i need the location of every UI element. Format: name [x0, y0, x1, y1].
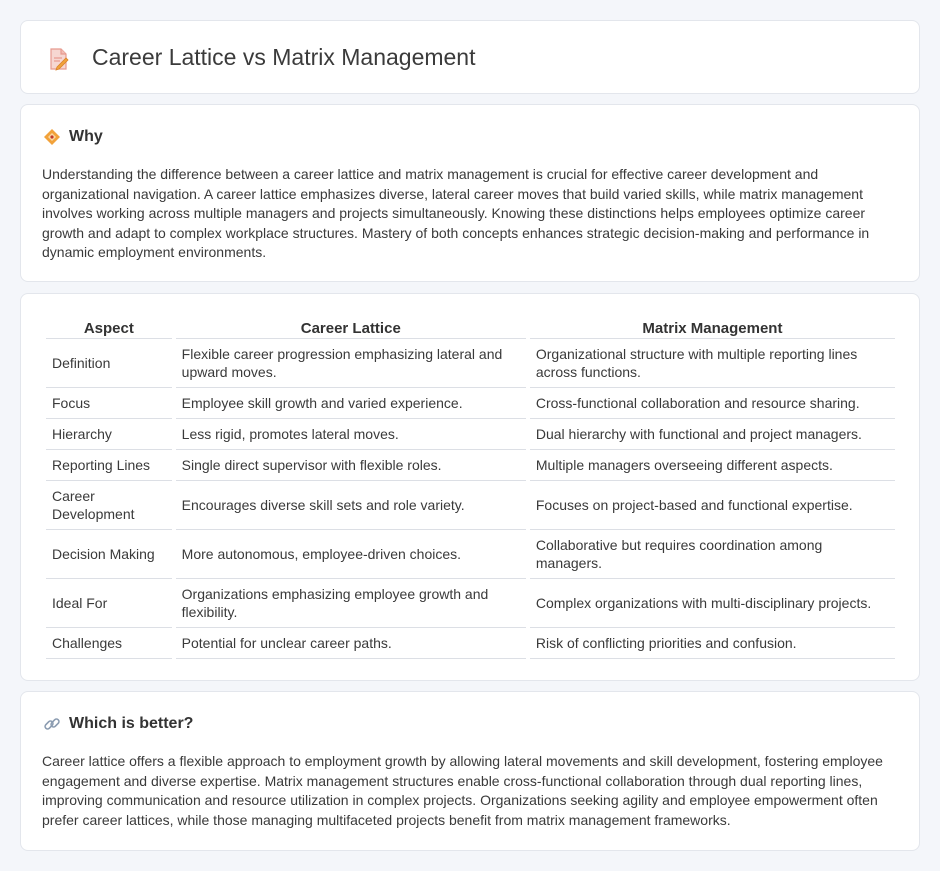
row-matrix-management: Dual hierarchy with functional and proje… [529, 419, 895, 450]
row-matrix-management: Risk of conflicting priorities and confu… [529, 628, 895, 659]
which-is-better-section: Which is better? Career lattice offers a… [20, 691, 920, 851]
table-row: Definition Flexible career progression e… [46, 339, 895, 388]
table-row: Challenges Potential for unclear career … [46, 628, 895, 659]
row-career-lattice: Employee skill growth and varied experie… [175, 388, 526, 419]
table-row: Decision Making More autonomous, employe… [46, 530, 895, 579]
column-header-career-lattice: Career Lattice [175, 316, 526, 339]
comparison-section: Aspect Career Lattice Matrix Management … [20, 293, 920, 681]
row-matrix-management: Multiple managers overseeing different a… [529, 450, 895, 481]
table-row: Reporting Lines Single direct supervisor… [46, 450, 895, 481]
row-career-lattice: Organizations emphasizing employee growt… [175, 579, 526, 628]
row-aspect: Reporting Lines [46, 450, 172, 481]
row-career-lattice: Single direct supervisor with flexible r… [175, 450, 526, 481]
document-pencil-icon [50, 48, 69, 71]
row-aspect: Decision Making [46, 530, 172, 579]
row-matrix-management: Focuses on project-based and functional … [529, 481, 895, 530]
link-icon [44, 718, 60, 730]
row-matrix-management: Organizational structure with multiple r… [529, 339, 895, 388]
column-header-matrix-management: Matrix Management [529, 316, 895, 339]
row-aspect: Challenges [46, 628, 172, 659]
better-heading-row: Which is better? [43, 714, 193, 734]
row-aspect: Hierarchy [46, 419, 172, 450]
why-body: Understanding the difference between a c… [42, 166, 870, 260]
row-career-lattice: Flexible career progression emphasizing … [175, 339, 526, 388]
row-matrix-management: Cross-functional collaboration and resou… [529, 388, 895, 419]
row-aspect: Focus [46, 388, 172, 419]
row-aspect: Ideal For [46, 579, 172, 628]
table-header-row: Aspect Career Lattice Matrix Management [46, 316, 895, 339]
row-aspect: Career Development [46, 481, 172, 530]
comparison-table: Aspect Career Lattice Matrix Management … [42, 316, 899, 659]
why-section: Why Understanding the difference between… [20, 104, 920, 282]
table-row: Ideal For Organizations emphasizing empl… [46, 579, 895, 628]
table-row: Career Development Encourages diverse sk… [46, 481, 895, 530]
row-career-lattice: Less rigid, promotes lateral moves. [175, 419, 526, 450]
row-matrix-management: Collaborative but requires coordination … [529, 530, 895, 579]
header-card: Career Lattice vs Matrix Management [20, 20, 920, 94]
row-career-lattice: More autonomous, employee-driven choices… [175, 530, 526, 579]
page-title: Career Lattice vs Matrix Management [92, 44, 476, 70]
row-career-lattice: Encourages diverse skill sets and role v… [175, 481, 526, 530]
row-career-lattice: Potential for unclear career paths. [175, 628, 526, 659]
better-heading: Which is better? [69, 715, 194, 732]
why-heading: Why [69, 128, 103, 145]
better-body: Career lattice offers a flexible approac… [42, 753, 883, 828]
row-matrix-management: Complex organizations with multi-discipl… [529, 579, 895, 628]
table-row: Hierarchy Less rigid, promotes lateral m… [46, 419, 895, 450]
diamond-icon [44, 129, 60, 145]
column-header-aspect: Aspect [46, 316, 172, 339]
why-heading-row: Why [43, 127, 103, 147]
table-row: Focus Employee skill growth and varied e… [46, 388, 895, 419]
row-aspect: Definition [46, 339, 172, 388]
